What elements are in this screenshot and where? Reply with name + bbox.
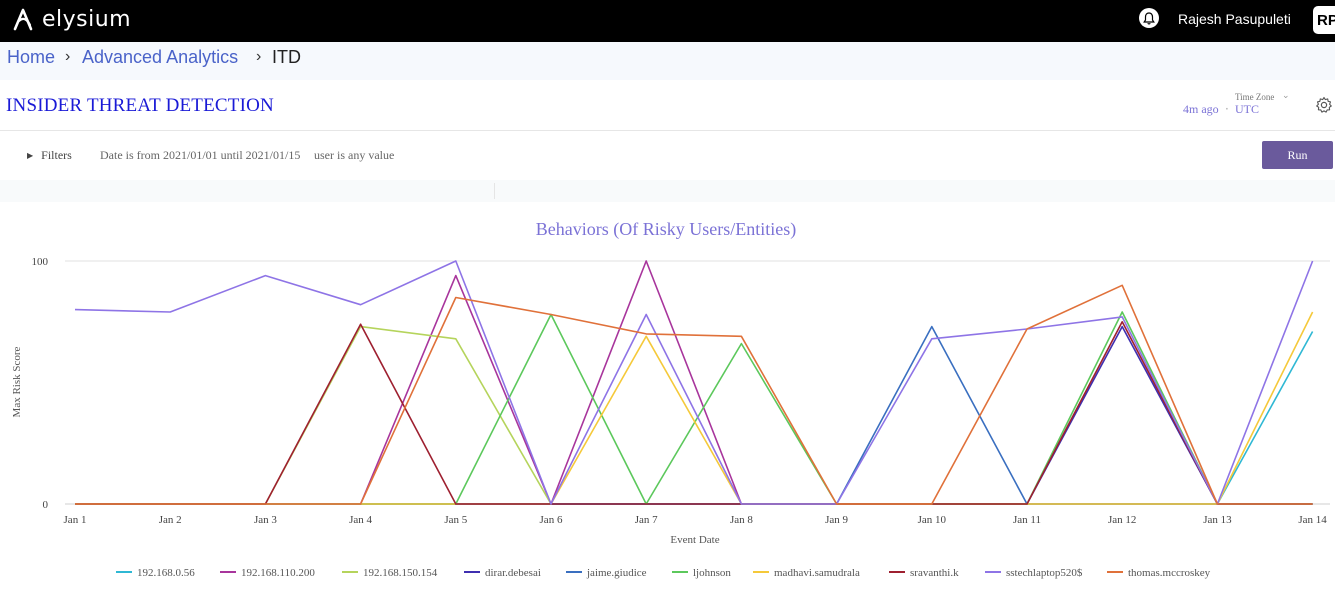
x-tick-label: Jan 1 (64, 514, 87, 526)
legend-label: sravanthi.k (910, 567, 959, 579)
logo-text: elysium (42, 6, 132, 32)
time-zone-label: Time Zone (1235, 92, 1275, 102)
legend-label: thomas.mccroskey (1128, 567, 1211, 579)
chevron-down-icon[interactable]: ⌄ (1282, 91, 1290, 101)
risk-behavior-line-chart: Behaviors (Of Risky Users/Entities) Max … (11, 219, 1330, 579)
legend-label: ljohnson (693, 567, 731, 579)
header-divider (0, 130, 1335, 131)
last-updated: 4m ago (1183, 102, 1219, 116)
x-tick-label: Jan 2 (159, 514, 182, 526)
legend-label: madhavi.samudrala (774, 567, 860, 579)
legend-item[interactable]: 192.168.150.154 (342, 567, 438, 579)
notification-bell-icon[interactable] (1139, 8, 1159, 28)
breadcrumb-advanced-analytics-link[interactable]: Advanced Analytics (82, 47, 238, 68)
x-tick-label: Jan 9 (825, 514, 848, 526)
run-button[interactable]: Run (1262, 141, 1333, 169)
legend-item[interactable]: 192.168.110.200 (220, 567, 315, 579)
series-line-192-168-150-154 (75, 325, 1313, 505)
top-navigation-bar: elysium Rajesh Pasupuleti RP (0, 0, 1335, 42)
series-line-sravanthi-k (75, 321, 1313, 505)
legend-label: dirar.debesai (485, 567, 541, 579)
legend-item[interactable]: 192.168.0.56 (116, 567, 195, 579)
x-tick-label: Jan 12 (1108, 514, 1136, 526)
legend-label: jaime.giudice (586, 567, 647, 579)
x-tick-label: Jan 7 (635, 514, 658, 526)
time-zone-select[interactable]: UTC (1235, 102, 1259, 117)
series-line-jaime-giudice (75, 325, 1313, 505)
elysium-logo-icon (13, 8, 33, 31)
y-axis-label: Max Risk Score (11, 346, 23, 417)
breadcrumb-separator: › (65, 48, 71, 65)
legend-item[interactable]: sravanthi.k (889, 567, 959, 579)
series-line-dirar-debesai (75, 325, 1313, 505)
y-tick-label: 0 (43, 499, 49, 511)
separator-dot: · (1225, 102, 1229, 116)
user-name[interactable]: Rajesh Pasupuleti (1178, 11, 1291, 27)
legend-item[interactable]: ljohnson (672, 567, 731, 579)
x-axis-label: Event Date (670, 534, 719, 546)
caret-right-icon: ▶ (27, 151, 34, 160)
breadcrumb-current: ITD (272, 47, 301, 67)
x-tick-label: Jan 3 (254, 514, 277, 526)
legend-label: 192.168.110.200 (241, 567, 315, 579)
x-tick-label: Jan 4 (349, 514, 372, 526)
legend-item[interactable]: sstechlaptop520$ (985, 567, 1083, 579)
x-tick-label: Jan 5 (444, 514, 467, 526)
gear-icon[interactable] (1315, 96, 1333, 118)
x-tick-label: Jan 13 (1203, 514, 1232, 526)
y-tick-label: 100 (32, 256, 49, 268)
legend-label: 192.168.150.154 (363, 567, 438, 579)
series-line-thomas-mccroskey (75, 284, 1313, 505)
series-line-192-168-0-56 (75, 331, 1314, 505)
page-title: INSIDER THREAT DETECTION (6, 95, 274, 116)
x-tick-label: Jan 6 (540, 514, 563, 526)
date-filter[interactable]: Date is from 2021/01/01 until 2021/01/15 (100, 148, 300, 163)
legend-item[interactable]: madhavi.samudrala (753, 567, 860, 579)
tile-band (0, 180, 1335, 202)
user-filter[interactable]: user is any value (314, 148, 394, 163)
x-tick-label: Jan 11 (1013, 514, 1041, 526)
legend-item[interactable]: jaime.giudice (566, 567, 647, 579)
x-tick-label: Jan 14 (1298, 514, 1327, 526)
legend-item[interactable]: dirar.debesai (464, 567, 541, 579)
filters-label: Filters (41, 148, 72, 162)
legend-label: sstechlaptop520$ (1006, 567, 1083, 579)
app-logo[interactable]: elysium (12, 6, 131, 32)
chart-title: Behaviors (Of Risky Users/Entities) (536, 219, 796, 240)
x-tick-label: Jan 8 (730, 514, 753, 526)
breadcrumb-separator: › (256, 48, 262, 65)
user-avatar[interactable]: RP (1313, 6, 1335, 34)
breadcrumb-home-link[interactable]: Home (7, 47, 55, 68)
legend-label: 192.168.0.56 (137, 567, 195, 579)
filters-toggle[interactable]: ▶ Filters (27, 148, 72, 163)
legend-item[interactable]: thomas.mccroskey (1107, 567, 1211, 579)
x-tick-label: Jan 10 (918, 514, 947, 526)
tile-band-separator (494, 183, 495, 199)
